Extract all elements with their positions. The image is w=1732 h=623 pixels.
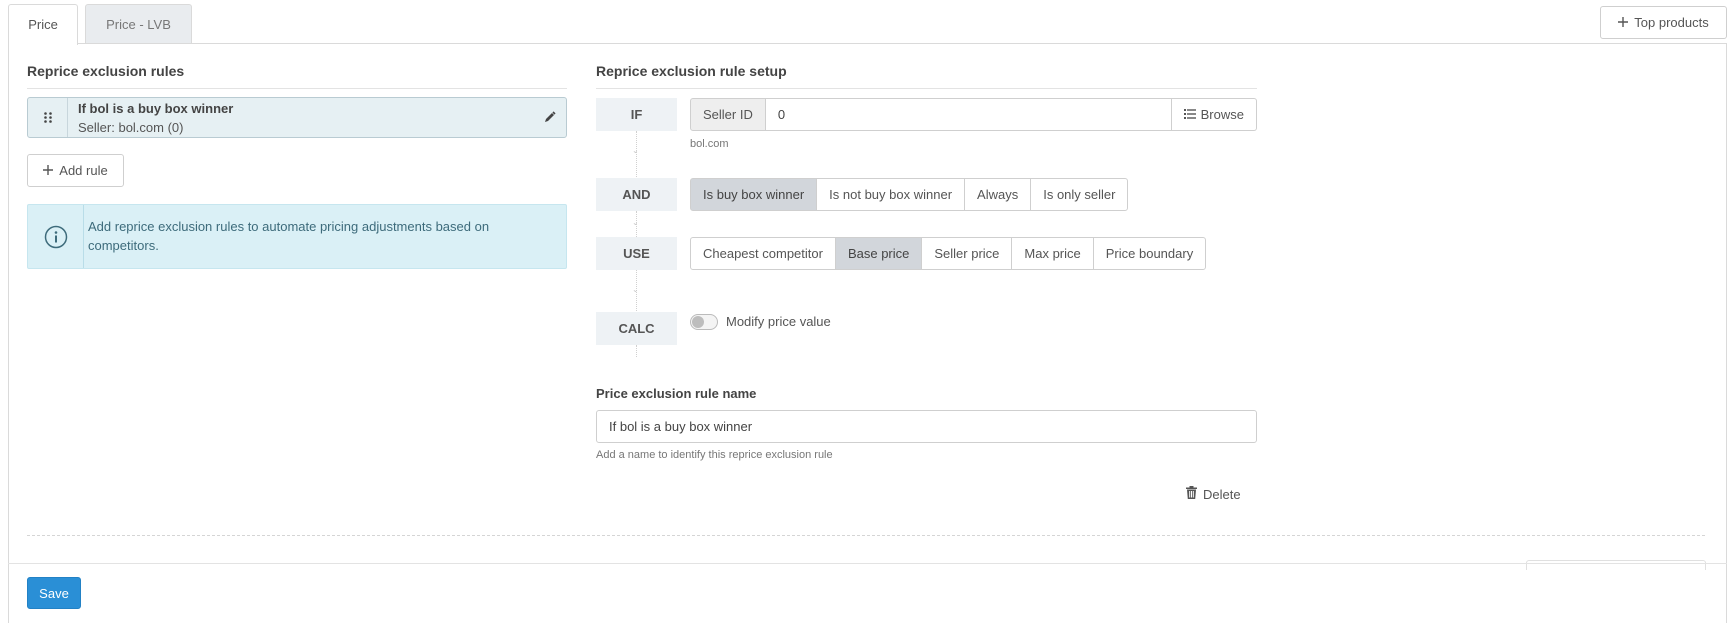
modify-price-label: Modify price value <box>726 314 831 329</box>
browse-button[interactable]: Browse <box>1171 98 1257 131</box>
step-calc: CALC <box>596 312 677 345</box>
dashed-divider <box>27 535 1705 536</box>
seller-id-addon: Seller ID <box>690 98 766 131</box>
delete-label: Delete <box>1203 486 1241 502</box>
tab-price-lvb[interactable]: Price - LVB <box>85 4 192 44</box>
add-rule-label: Add rule <box>59 163 108 178</box>
rule-name-input[interactable]: If bol is a buy box winner <box>596 410 1257 443</box>
browse-label: Browse <box>1200 107 1244 122</box>
rule-name-hint: Add a name to identify this reprice excl… <box>596 449 833 461</box>
drag-handle-icon[interactable] <box>28 98 68 137</box>
exclusion-rule-item[interactable]: If bol is a buy box winner Seller: bol.c… <box>27 97 567 138</box>
step-if: IF <box>596 98 677 131</box>
step-use: USE <box>596 237 677 270</box>
option-seller-price[interactable]: Seller price <box>921 237 1013 270</box>
option-is-not-buy-box-winner[interactable]: Is not buy box winner <box>816 178 966 211</box>
chevron-down-icon: ⌄ <box>632 285 639 294</box>
rule-subtitle: Seller: bol.com (0) <box>78 120 184 135</box>
seller-id-input[interactable]: 0 <box>765 98 1172 131</box>
divider <box>596 88 1257 89</box>
tab-price[interactable]: Price <box>8 4 78 45</box>
modify-price-toggle[interactable] <box>690 314 718 330</box>
chevron-down-icon: ⌄ <box>632 146 639 155</box>
list-icon <box>1183 107 1196 122</box>
and-condition-group: Is buy box winner Is not buy box winner … <box>690 178 1129 211</box>
top-products-label: Top products <box>1634 15 1709 30</box>
top-products-button[interactable]: Top products <box>1600 6 1727 39</box>
rule-title: If bol is a buy box winner <box>78 101 234 116</box>
option-always[interactable]: Always <box>964 178 1032 211</box>
option-price-boundary[interactable]: Price boundary <box>1092 237 1207 270</box>
exclusion-rules-title: Reprice exclusion rules <box>27 63 185 79</box>
option-base-price[interactable]: Base price <box>834 237 923 270</box>
chevron-down-icon: ⌄ <box>632 218 639 227</box>
seller-name-hint: bol.com <box>690 138 729 150</box>
info-text: Add reprice exclusion rules to automate … <box>88 219 490 253</box>
step-and: AND <box>596 178 677 211</box>
option-is-buy-box-winner[interactable]: Is buy box winner <box>690 178 818 211</box>
footer-divider <box>8 563 1727 564</box>
info-icon <box>28 205 84 268</box>
rule-name-label: Price exclusion rule name <box>596 386 757 401</box>
flow-connector <box>636 345 637 357</box>
partial-button <box>1526 560 1706 570</box>
seller-id-group: Seller ID 0 Browse <box>690 98 1257 131</box>
trash-icon <box>1186 486 1197 502</box>
save-button[interactable]: Save <box>27 577 81 609</box>
edit-pencil-icon[interactable] <box>544 110 556 126</box>
divider <box>27 88 567 89</box>
add-rule-button[interactable]: Add rule <box>27 154 124 187</box>
option-max-price[interactable]: Max price <box>1011 237 1094 270</box>
rule-setup-title: Reprice exclusion rule setup <box>596 63 787 79</box>
info-alert: Add reprice exclusion rules to automate … <box>27 204 567 269</box>
delete-button[interactable]: Delete <box>1186 486 1241 502</box>
tab-bar: Price Price - LVB <box>8 4 199 45</box>
flow-connector <box>636 131 637 179</box>
plus-icon <box>43 163 54 178</box>
option-cheapest-competitor[interactable]: Cheapest competitor <box>690 237 836 270</box>
option-is-only-seller[interactable]: Is only seller <box>1030 178 1129 211</box>
plus-icon <box>1618 15 1629 30</box>
toggle-knob <box>692 316 704 328</box>
use-price-group: Cheapest competitor Base price Seller pr… <box>690 237 1207 270</box>
